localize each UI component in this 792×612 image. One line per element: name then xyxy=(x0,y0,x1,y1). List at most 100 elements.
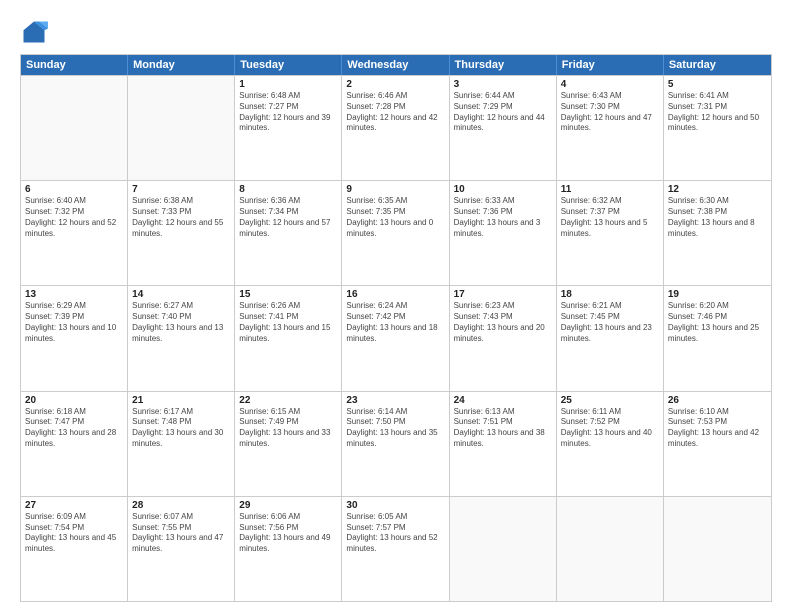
calendar-row-3: 13Sunrise: 6:29 AM Sunset: 7:39 PM Dayli… xyxy=(21,285,771,390)
cell-info: Sunrise: 6:14 AM Sunset: 7:50 PM Dayligh… xyxy=(346,407,444,450)
calendar-cell-day-6: 6Sunrise: 6:40 AM Sunset: 7:32 PM Daylig… xyxy=(21,181,128,285)
cell-day-number: 11 xyxy=(561,184,659,195)
cell-info: Sunrise: 6:15 AM Sunset: 7:49 PM Dayligh… xyxy=(239,407,337,450)
calendar-cell-day-18: 18Sunrise: 6:21 AM Sunset: 7:45 PM Dayli… xyxy=(557,286,664,390)
cell-info: Sunrise: 6:32 AM Sunset: 7:37 PM Dayligh… xyxy=(561,196,659,239)
calendar-cell-day-29: 29Sunrise: 6:06 AM Sunset: 7:56 PM Dayli… xyxy=(235,497,342,601)
calendar-cell-empty xyxy=(128,76,235,180)
calendar-cell-day-16: 16Sunrise: 6:24 AM Sunset: 7:42 PM Dayli… xyxy=(342,286,449,390)
calendar-cell-day-15: 15Sunrise: 6:26 AM Sunset: 7:41 PM Dayli… xyxy=(235,286,342,390)
weekday-header-friday: Friday xyxy=(557,55,664,75)
calendar-cell-day-24: 24Sunrise: 6:13 AM Sunset: 7:51 PM Dayli… xyxy=(450,392,557,496)
calendar-cell-day-26: 26Sunrise: 6:10 AM Sunset: 7:53 PM Dayli… xyxy=(664,392,771,496)
calendar-cell-empty xyxy=(557,497,664,601)
cell-info: Sunrise: 6:09 AM Sunset: 7:54 PM Dayligh… xyxy=(25,512,123,555)
cell-day-number: 1 xyxy=(239,79,337,90)
cell-day-number: 27 xyxy=(25,500,123,511)
cell-info: Sunrise: 6:27 AM Sunset: 7:40 PM Dayligh… xyxy=(132,301,230,344)
cell-info: Sunrise: 6:26 AM Sunset: 7:41 PM Dayligh… xyxy=(239,301,337,344)
calendar-cell-day-9: 9Sunrise: 6:35 AM Sunset: 7:35 PM Daylig… xyxy=(342,181,449,285)
cell-day-number: 24 xyxy=(454,395,552,406)
cell-info: Sunrise: 6:35 AM Sunset: 7:35 PM Dayligh… xyxy=(346,196,444,239)
calendar-cell-day-5: 5Sunrise: 6:41 AM Sunset: 7:31 PM Daylig… xyxy=(664,76,771,180)
weekday-header-monday: Monday xyxy=(128,55,235,75)
calendar-row-2: 6Sunrise: 6:40 AM Sunset: 7:32 PM Daylig… xyxy=(21,180,771,285)
cell-day-number: 9 xyxy=(346,184,444,195)
cell-info: Sunrise: 6:36 AM Sunset: 7:34 PM Dayligh… xyxy=(239,196,337,239)
calendar-cell-day-4: 4Sunrise: 6:43 AM Sunset: 7:30 PM Daylig… xyxy=(557,76,664,180)
calendar-cell-day-14: 14Sunrise: 6:27 AM Sunset: 7:40 PM Dayli… xyxy=(128,286,235,390)
cell-info: Sunrise: 6:43 AM Sunset: 7:30 PM Dayligh… xyxy=(561,91,659,134)
weekday-header-wednesday: Wednesday xyxy=(342,55,449,75)
header xyxy=(20,18,772,46)
cell-info: Sunrise: 6:21 AM Sunset: 7:45 PM Dayligh… xyxy=(561,301,659,344)
cell-info: Sunrise: 6:30 AM Sunset: 7:38 PM Dayligh… xyxy=(668,196,767,239)
calendar-cell-empty xyxy=(664,497,771,601)
calendar-row-1: 1Sunrise: 6:48 AM Sunset: 7:27 PM Daylig… xyxy=(21,75,771,180)
calendar-cell-day-27: 27Sunrise: 6:09 AM Sunset: 7:54 PM Dayli… xyxy=(21,497,128,601)
cell-info: Sunrise: 6:46 AM Sunset: 7:28 PM Dayligh… xyxy=(346,91,444,134)
calendar-cell-day-17: 17Sunrise: 6:23 AM Sunset: 7:43 PM Dayli… xyxy=(450,286,557,390)
cell-info: Sunrise: 6:44 AM Sunset: 7:29 PM Dayligh… xyxy=(454,91,552,134)
calendar-cell-day-12: 12Sunrise: 6:30 AM Sunset: 7:38 PM Dayli… xyxy=(664,181,771,285)
cell-info: Sunrise: 6:29 AM Sunset: 7:39 PM Dayligh… xyxy=(25,301,123,344)
cell-info: Sunrise: 6:33 AM Sunset: 7:36 PM Dayligh… xyxy=(454,196,552,239)
cell-info: Sunrise: 6:11 AM Sunset: 7:52 PM Dayligh… xyxy=(561,407,659,450)
cell-day-number: 29 xyxy=(239,500,337,511)
calendar-cell-day-20: 20Sunrise: 6:18 AM Sunset: 7:47 PM Dayli… xyxy=(21,392,128,496)
calendar-row-5: 27Sunrise: 6:09 AM Sunset: 7:54 PM Dayli… xyxy=(21,496,771,601)
logo xyxy=(20,18,52,46)
cell-info: Sunrise: 6:17 AM Sunset: 7:48 PM Dayligh… xyxy=(132,407,230,450)
cell-day-number: 4 xyxy=(561,79,659,90)
cell-day-number: 15 xyxy=(239,289,337,300)
cell-day-number: 28 xyxy=(132,500,230,511)
cell-info: Sunrise: 6:20 AM Sunset: 7:46 PM Dayligh… xyxy=(668,301,767,344)
cell-day-number: 8 xyxy=(239,184,337,195)
weekday-header-thursday: Thursday xyxy=(450,55,557,75)
calendar-row-4: 20Sunrise: 6:18 AM Sunset: 7:47 PM Dayli… xyxy=(21,391,771,496)
cell-day-number: 6 xyxy=(25,184,123,195)
cell-info: Sunrise: 6:05 AM Sunset: 7:57 PM Dayligh… xyxy=(346,512,444,555)
cell-day-number: 26 xyxy=(668,395,767,406)
logo-icon xyxy=(20,18,48,46)
cell-info: Sunrise: 6:07 AM Sunset: 7:55 PM Dayligh… xyxy=(132,512,230,555)
cell-info: Sunrise: 6:40 AM Sunset: 7:32 PM Dayligh… xyxy=(25,196,123,239)
cell-day-number: 23 xyxy=(346,395,444,406)
cell-day-number: 21 xyxy=(132,395,230,406)
cell-info: Sunrise: 6:23 AM Sunset: 7:43 PM Dayligh… xyxy=(454,301,552,344)
cell-day-number: 30 xyxy=(346,500,444,511)
calendar-cell-empty xyxy=(450,497,557,601)
cell-day-number: 25 xyxy=(561,395,659,406)
cell-day-number: 12 xyxy=(668,184,767,195)
cell-day-number: 7 xyxy=(132,184,230,195)
cell-info: Sunrise: 6:41 AM Sunset: 7:31 PM Dayligh… xyxy=(668,91,767,134)
calendar-cell-day-25: 25Sunrise: 6:11 AM Sunset: 7:52 PM Dayli… xyxy=(557,392,664,496)
calendar-cell-day-11: 11Sunrise: 6:32 AM Sunset: 7:37 PM Dayli… xyxy=(557,181,664,285)
calendar-body: 1Sunrise: 6:48 AM Sunset: 7:27 PM Daylig… xyxy=(21,75,771,601)
calendar-cell-day-8: 8Sunrise: 6:36 AM Sunset: 7:34 PM Daylig… xyxy=(235,181,342,285)
cell-info: Sunrise: 6:38 AM Sunset: 7:33 PM Dayligh… xyxy=(132,196,230,239)
calendar-cell-day-3: 3Sunrise: 6:44 AM Sunset: 7:29 PM Daylig… xyxy=(450,76,557,180)
calendar: SundayMondayTuesdayWednesdayThursdayFrid… xyxy=(20,54,772,602)
calendar-cell-empty xyxy=(21,76,128,180)
weekday-header-sunday: Sunday xyxy=(21,55,128,75)
calendar-cell-day-2: 2Sunrise: 6:46 AM Sunset: 7:28 PM Daylig… xyxy=(342,76,449,180)
cell-day-number: 10 xyxy=(454,184,552,195)
calendar-cell-day-10: 10Sunrise: 6:33 AM Sunset: 7:36 PM Dayli… xyxy=(450,181,557,285)
cell-day-number: 5 xyxy=(668,79,767,90)
cell-info: Sunrise: 6:48 AM Sunset: 7:27 PM Dayligh… xyxy=(239,91,337,134)
calendar-cell-day-28: 28Sunrise: 6:07 AM Sunset: 7:55 PM Dayli… xyxy=(128,497,235,601)
cell-info: Sunrise: 6:13 AM Sunset: 7:51 PM Dayligh… xyxy=(454,407,552,450)
calendar-cell-day-22: 22Sunrise: 6:15 AM Sunset: 7:49 PM Dayli… xyxy=(235,392,342,496)
cell-day-number: 2 xyxy=(346,79,444,90)
calendar-cell-day-1: 1Sunrise: 6:48 AM Sunset: 7:27 PM Daylig… xyxy=(235,76,342,180)
cell-day-number: 3 xyxy=(454,79,552,90)
calendar-cell-day-19: 19Sunrise: 6:20 AM Sunset: 7:46 PM Dayli… xyxy=(664,286,771,390)
cell-info: Sunrise: 6:06 AM Sunset: 7:56 PM Dayligh… xyxy=(239,512,337,555)
cell-day-number: 20 xyxy=(25,395,123,406)
cell-info: Sunrise: 6:18 AM Sunset: 7:47 PM Dayligh… xyxy=(25,407,123,450)
cell-info: Sunrise: 6:24 AM Sunset: 7:42 PM Dayligh… xyxy=(346,301,444,344)
cell-day-number: 16 xyxy=(346,289,444,300)
weekday-header-saturday: Saturday xyxy=(664,55,771,75)
calendar-cell-day-23: 23Sunrise: 6:14 AM Sunset: 7:50 PM Dayli… xyxy=(342,392,449,496)
